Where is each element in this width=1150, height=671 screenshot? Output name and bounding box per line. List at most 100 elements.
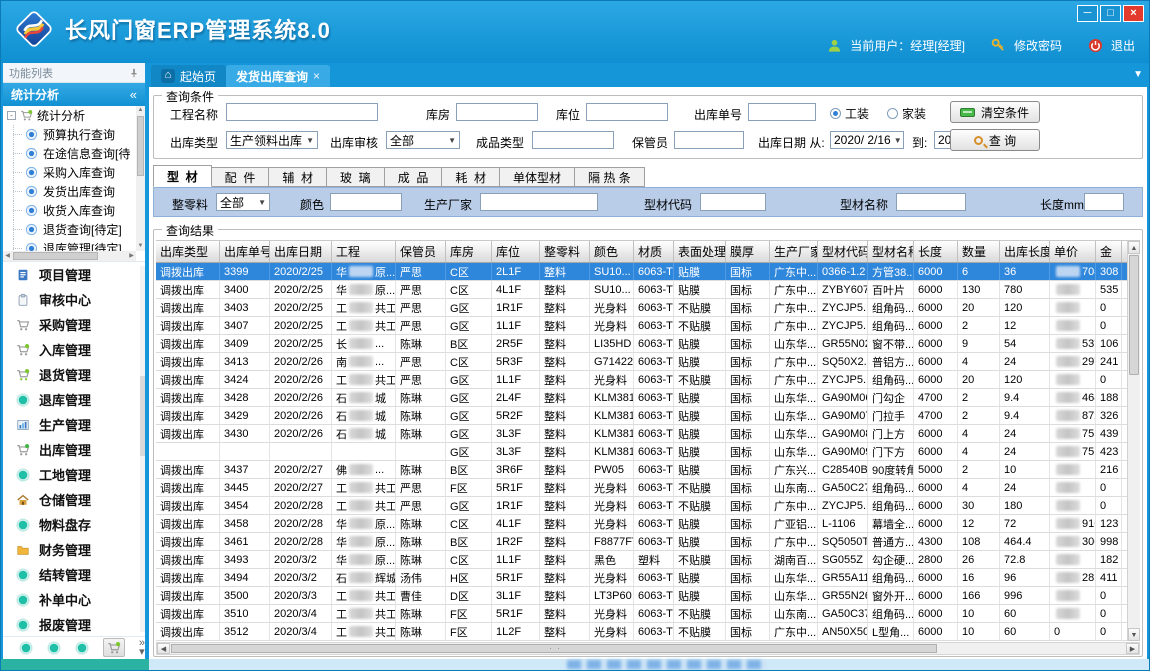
table-row[interactable]: 调拨出库34132020/2/26南...严思C区5R3F整料G71422606… — [156, 353, 1140, 371]
scroll-down-icon[interactable]: ▼ — [136, 242, 145, 251]
material-tab-7[interactable]: 隔 热 条 — [575, 167, 645, 187]
scrollbar-thumb[interactable] — [140, 376, 145, 456]
table-row[interactable]: 调拨出库34452020/2/27工共工程严思F区5R1F整料光身料6063-T… — [156, 479, 1140, 497]
table-row[interactable]: 调拨出库34242020/2/26工共工程严思G区1L1F整料光身料6063-T… — [156, 371, 1140, 389]
section-header[interactable]: 统计分析 « — [3, 83, 145, 106]
sidebar-scrollbar[interactable] — [140, 266, 145, 632]
tree-item-3[interactable]: 发货出库查询 — [3, 182, 145, 201]
whole-piece-dropdown[interactable]: 全部 ▼ — [216, 193, 270, 211]
column-header-10[interactable]: 表面处理 — [674, 241, 726, 262]
table-row[interactable]: 调拨出库35122020/3/4工共工程陈琳F区1L2F整料光身料6063-T5… — [156, 623, 1140, 641]
sidebar-item-1[interactable]: 审核中心 — [3, 287, 145, 312]
sidebar-item-9[interactable]: 仓储管理 — [3, 487, 145, 512]
column-header-0[interactable]: 出库类型 — [156, 241, 220, 262]
logout-link[interactable]: 退出 — [1111, 37, 1135, 54]
column-header-17[interactable]: 出库长度 — [1000, 241, 1050, 262]
maximize-button[interactable]: □ — [1100, 5, 1121, 22]
column-header-9[interactable]: 材质 — [634, 241, 674, 262]
scroll-right-icon[interactable]: ▶ — [1126, 643, 1139, 654]
scroll-down-icon[interactable]: ▼ — [1128, 628, 1140, 641]
column-header-1[interactable]: 出库单号 — [220, 241, 270, 262]
order-no-input[interactable] — [748, 103, 816, 121]
column-header-6[interactable]: 库位 — [492, 241, 540, 262]
column-header-15[interactable]: 长度 — [914, 241, 958, 262]
sidebar-item-12[interactable]: 结转管理 — [3, 562, 145, 587]
tree-horizontal-scrollbar[interactable]: ◀ ▶ — [3, 251, 136, 261]
sidebar-item-4[interactable]: 退货管理 — [3, 362, 145, 387]
profile-code-input[interactable] — [700, 193, 766, 211]
column-header-7[interactable]: 整零料 — [540, 241, 590, 262]
tree-root[interactable]: - 统计分析 — [3, 106, 145, 125]
column-header-4[interactable]: 保管员 — [396, 241, 446, 262]
tree-vertical-scrollbar[interactable]: ▲ ▼ — [136, 106, 145, 251]
manufacturer-input[interactable] — [480, 193, 598, 211]
tab-shipment-outbound-query[interactable]: 发货出库查询 × — [226, 65, 330, 87]
sidebar-item-13[interactable]: 补单中心 — [3, 587, 145, 612]
color-input[interactable] — [330, 193, 402, 211]
scroll-up-icon[interactable]: ▲ — [136, 106, 145, 115]
sidebar-item-7[interactable]: 出库管理 — [3, 437, 145, 462]
column-header-19[interactable]: 金 — [1096, 241, 1122, 262]
table-row[interactable]: 调拨出库34092020/2/25长...陈琳B区2R5F整料LI35HD606… — [156, 335, 1140, 353]
scrollbar-thumb[interactable] — [137, 116, 144, 176]
table-row[interactable]: 调拨出库35002020/3/3工共工程曹佳D区3L1F整料LT3P606063… — [156, 587, 1140, 605]
table-row[interactable]: 调拨出库34032020/2/25工共工程严思G区1R1F整料光身料6063-T… — [156, 299, 1140, 317]
tab-close-icon[interactable]: × — [313, 69, 320, 83]
table-row[interactable]: G区3L3F整料KLM38176063-T5贴膜国标山东华...GA90M09.… — [156, 443, 1140, 461]
sidebar-item-10[interactable]: 物料盘存 — [3, 512, 145, 537]
quick-circle-icon[interactable] — [47, 641, 61, 655]
tree-item-5[interactable]: 退货查询[待定] — [3, 220, 145, 239]
tree-item-4[interactable]: 收货入库查询 — [3, 201, 145, 220]
table-row[interactable]: 调拨出库34612020/2/28华原...陈琳B区1R2F整料F8877FT6… — [156, 533, 1140, 551]
profile-name-input[interactable] — [896, 193, 966, 211]
tree-item-1[interactable]: 在途信息查询[待 — [3, 144, 145, 163]
sidebar-item-8[interactable]: 工地管理 — [3, 462, 145, 487]
scroll-right-icon[interactable]: ▶ — [127, 251, 136, 261]
quick-circle-icon[interactable] — [75, 641, 89, 655]
tree-item-0[interactable]: 预算执行查询 — [3, 125, 145, 144]
table-row[interactable]: 调拨出库34292020/2/26石城陈琳G区5R2F整料KLM38176063… — [156, 407, 1140, 425]
sidebar-item-6[interactable]: 生产管理 — [3, 412, 145, 437]
quick-circle-icon[interactable] — [19, 641, 33, 655]
scrollbar-thumb[interactable] — [1129, 255, 1139, 375]
location-input[interactable] — [586, 103, 668, 121]
column-header-12[interactable]: 生产厂家 — [770, 241, 818, 262]
table-row[interactable]: 调拨出库35102020/3/4工共工程陈琳F区5R1F整料光身料6063-T5… — [156, 605, 1140, 623]
out-type-dropdown[interactable]: 生产领料出库 ▼ — [226, 131, 318, 149]
material-tab-1[interactable]: 配 件 — [212, 167, 270, 187]
radio-jiazhuang[interactable]: 家装 — [887, 105, 926, 122]
audit-dropdown[interactable]: 全部 ▼ — [386, 131, 460, 149]
table-row[interactable]: 调拨出库34302020/2/26石城陈琳G区3L3F整料KLM38176063… — [156, 425, 1140, 443]
column-header-18[interactable]: 单价 — [1050, 241, 1096, 262]
table-row[interactable]: 调拨出库34542020/2/28工共工程严思G区1R1F整料光身料6063-T… — [156, 497, 1140, 515]
sidebar-item-2[interactable]: 采购管理 — [3, 312, 145, 337]
material-tab-4[interactable]: 成 品 — [385, 167, 443, 187]
material-tab-0[interactable]: 型 材 — [153, 165, 212, 187]
collapse-icon[interactable]: « — [130, 87, 137, 102]
tree-item-2[interactable]: 采购入库查询 — [3, 163, 145, 182]
material-tab-2[interactable]: 辅 材 — [269, 167, 327, 187]
radio-gongzhuang[interactable]: 工装 — [830, 105, 869, 122]
material-tab-3[interactable]: 玻 璃 — [327, 167, 385, 187]
clear-conditions-button[interactable]: 清空条件 — [950, 101, 1040, 123]
column-header-13[interactable]: 型材代码 — [818, 241, 868, 262]
project-name-input[interactable] — [226, 103, 378, 121]
table-row[interactable]: 调拨出库34932020/3/2华原...陈琳C区1L1F整料黑色塑料不贴膜国标… — [156, 551, 1140, 569]
column-header-11[interactable]: 膜厚 — [726, 241, 770, 262]
quick-cart-button[interactable] — [103, 638, 125, 657]
table-row[interactable]: 调拨出库34942020/3/2石辉城汤伟H区5R1F整料光身料6063-T5贴… — [156, 569, 1140, 587]
table-row[interactable]: 调拨出库34282020/2/26石城陈琳G区2L4F整料KLM38176063… — [156, 389, 1140, 407]
sidebar-item-5[interactable]: 退库管理 — [3, 387, 145, 412]
table-row[interactable]: 调拨出库34582020/2/28华原...陈琳C区4L1F整料光身料6063-… — [156, 515, 1140, 533]
scroll-left-icon[interactable]: ◀ — [157, 643, 170, 654]
scrollbar-thumb[interactable] — [13, 252, 98, 260]
tab-overflow-icon[interactable]: ▼ — [1133, 69, 1143, 80]
material-tab-6[interactable]: 单体型材 — [500, 167, 575, 187]
keeper-input[interactable] — [674, 131, 744, 149]
table-row[interactable]: 调拨出库34072020/2/25工共工程严思G区1L1F整料光身料6063-T… — [156, 317, 1140, 335]
sidebar-item-11[interactable]: 财务管理 — [3, 537, 145, 562]
scrollbar-thumb[interactable] — [171, 644, 937, 653]
menu-overflow-icon[interactable]: »▾ — [139, 639, 145, 657]
grid-vertical-scrollbar[interactable]: ▲ ▼ — [1127, 241, 1140, 641]
table-row[interactable]: 调拨出库34372020/2/27佛...陈琳B区3R6F整料PW056063-… — [156, 461, 1140, 479]
